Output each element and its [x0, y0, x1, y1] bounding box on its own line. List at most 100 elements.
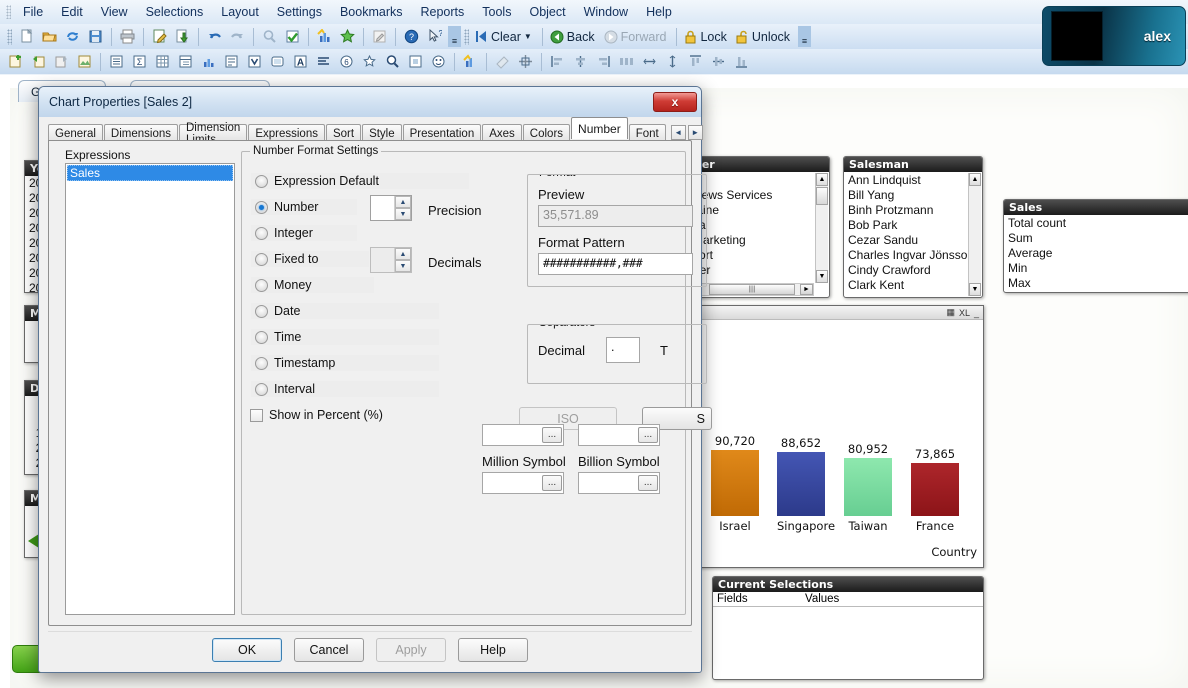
decimals-spin-buttons[interactable]: ▲ ▼ [394, 248, 411, 272]
stat-row[interactable]: Total count [1004, 216, 1188, 231]
context-help-icon[interactable]: ? [424, 26, 445, 47]
button-icon[interactable] [405, 51, 426, 72]
menu-item-object[interactable]: Object [520, 2, 574, 22]
unlock-button[interactable]: Unlock [733, 28, 796, 46]
spin-down-icon[interactable]: ▼ [395, 208, 411, 220]
line-arrow-icon[interactable] [313, 51, 334, 72]
list-item[interactable]: Ann Lindquist [844, 173, 982, 188]
extra-symbol-browse-button[interactable]: ... [638, 427, 658, 443]
radio-button-icon[interactable] [255, 200, 268, 214]
input-box-icon[interactable] [244, 51, 265, 72]
menu-item-bookmarks[interactable]: Bookmarks [331, 2, 412, 22]
radio-button-icon[interactable] [255, 382, 268, 396]
stat-row[interactable]: Max [1004, 276, 1188, 291]
toolbar-grip-icon[interactable] [7, 28, 12, 45]
chart-properties-dialog[interactable]: Chart Properties [Sales 2] x General Dim… [38, 86, 712, 673]
menu-grip-icon[interactable] [6, 5, 11, 19]
checkbox-icon[interactable] [250, 408, 263, 422]
radio-button-icon[interactable] [255, 252, 268, 266]
million-symbol-browse-button[interactable]: ... [542, 475, 562, 491]
format-pattern-input[interactable]: ###########,### [538, 253, 693, 275]
chart-icon[interactable] [314, 26, 335, 47]
align-left-icon[interactable] [547, 51, 568, 72]
precision-stepper[interactable]: ▲ ▼ [370, 195, 412, 221]
menu-item-reports[interactable]: Reports [412, 2, 474, 22]
bar-group[interactable]: 90,720 Israel [711, 434, 759, 533]
cancel-button[interactable]: Cancel [294, 638, 364, 662]
list-item[interactable]: Binh Protzmann [844, 203, 982, 218]
list-item[interactable]: Marketing [689, 233, 829, 248]
menu-item-settings[interactable]: Settings [268, 2, 331, 22]
current-selections-icon[interactable]: 6 [336, 51, 357, 72]
sales-statistics-box[interactable]: Sales Total count Sum Average Min Max [1003, 199, 1188, 293]
align-bottom-icon[interactable] [731, 51, 752, 72]
edit-script-icon[interactable] [149, 26, 170, 47]
radio-button-icon[interactable] [255, 278, 268, 292]
bar-rect[interactable] [711, 450, 759, 516]
scroll-down-icon[interactable]: ▼ [816, 270, 828, 283]
precision-value[interactable] [371, 196, 394, 220]
list-item[interactable]: News Services [689, 188, 829, 203]
search-object-icon[interactable] [382, 51, 403, 72]
save-icon[interactable] [85, 26, 106, 47]
statistics-box-icon[interactable]: Σ [129, 51, 150, 72]
list-item[interactable]: Sales [67, 165, 233, 181]
bar-group[interactable]: 80,952 Taiwan [844, 442, 892, 533]
customer-horizontal-scrollbar[interactable]: |||| ► [690, 283, 814, 296]
minimize-icon[interactable]: XL [959, 308, 970, 318]
stat-row[interactable]: Sum [1004, 231, 1188, 246]
clear-format-icon[interactable] [492, 51, 513, 72]
bar-chart-object[interactable]: ▦ XL _ 90,720 Israel 88,652 Singapore 80… [688, 305, 984, 568]
radio-number[interactable]: Number [250, 198, 358, 216]
user-badge[interactable]: alex [1042, 6, 1186, 66]
bar-rect[interactable] [777, 452, 825, 516]
align-middle-icon[interactable] [708, 51, 729, 72]
ok-button[interactable]: OK [212, 638, 282, 662]
load-data-icon[interactable] [172, 26, 193, 47]
list-item[interactable]: Cezar Sandu [844, 233, 982, 248]
print-icon[interactable] [117, 26, 138, 47]
customer-vertical-scrollbar[interactable]: ▲ ▼ [815, 173, 828, 283]
radio-button-icon[interactable] [255, 174, 268, 188]
help-icon[interactable]: ? [401, 26, 422, 47]
scroll-up-icon[interactable]: ▲ [816, 173, 828, 186]
distribute-h-icon[interactable] [616, 51, 637, 72]
reload-icon[interactable] [62, 26, 83, 47]
bookmark-object-icon[interactable] [359, 51, 380, 72]
space-h-icon[interactable] [639, 51, 660, 72]
menu-item-selections[interactable]: Selections [137, 2, 213, 22]
list-item[interactable]: Charles Ingvar Jönsson [844, 248, 982, 263]
close-icon[interactable]: x [653, 92, 697, 112]
search-icon[interactable] [259, 26, 280, 47]
bar-group[interactable]: 88,652 Singapore [777, 436, 835, 533]
decimals-value[interactable] [371, 248, 394, 272]
menu-item-help[interactable]: Help [637, 2, 681, 22]
menu-item-edit[interactable]: Edit [52, 2, 92, 22]
current-selections-body[interactable] [713, 607, 983, 677]
scroll-up-icon[interactable]: ▲ [969, 173, 981, 186]
container-icon[interactable] [267, 51, 288, 72]
list-item[interactable]: c. [689, 173, 829, 188]
customer-list-body[interactable]: c. News Services taine za Marketing sort… [689, 172, 829, 278]
toolbar-overflow-button[interactable]: ≡ [448, 26, 461, 47]
chevron-down-icon[interactable]: ▼ [524, 32, 532, 41]
radio-timestamp[interactable]: Timestamp [250, 354, 440, 372]
list-item[interactable]: za [689, 218, 829, 233]
promote-sheet-icon[interactable] [28, 51, 49, 72]
new-sheet-icon[interactable] [5, 51, 26, 72]
select-possible-icon[interactable] [282, 26, 303, 47]
bar-chart-icon[interactable] [198, 51, 219, 72]
radio-button-icon[interactable] [255, 304, 268, 318]
open-folder-icon[interactable] [39, 26, 60, 47]
radio-button-icon[interactable] [255, 330, 268, 344]
align-right-icon[interactable] [593, 51, 614, 72]
stat-row[interactable]: Average [1004, 246, 1188, 261]
demote-sheet-icon[interactable] [51, 51, 72, 72]
spin-up-icon[interactable]: ▲ [395, 248, 411, 260]
back-button[interactable]: Back [547, 28, 601, 46]
expressions-list[interactable]: Sales [65, 163, 235, 615]
menu-item-layout[interactable]: Layout [212, 2, 268, 22]
space-v-icon[interactable] [662, 51, 683, 72]
list-item[interactable]: Bill Yang [844, 188, 982, 203]
customer-list-box[interactable]: ner c. News Services taine za Marketing … [688, 156, 830, 298]
